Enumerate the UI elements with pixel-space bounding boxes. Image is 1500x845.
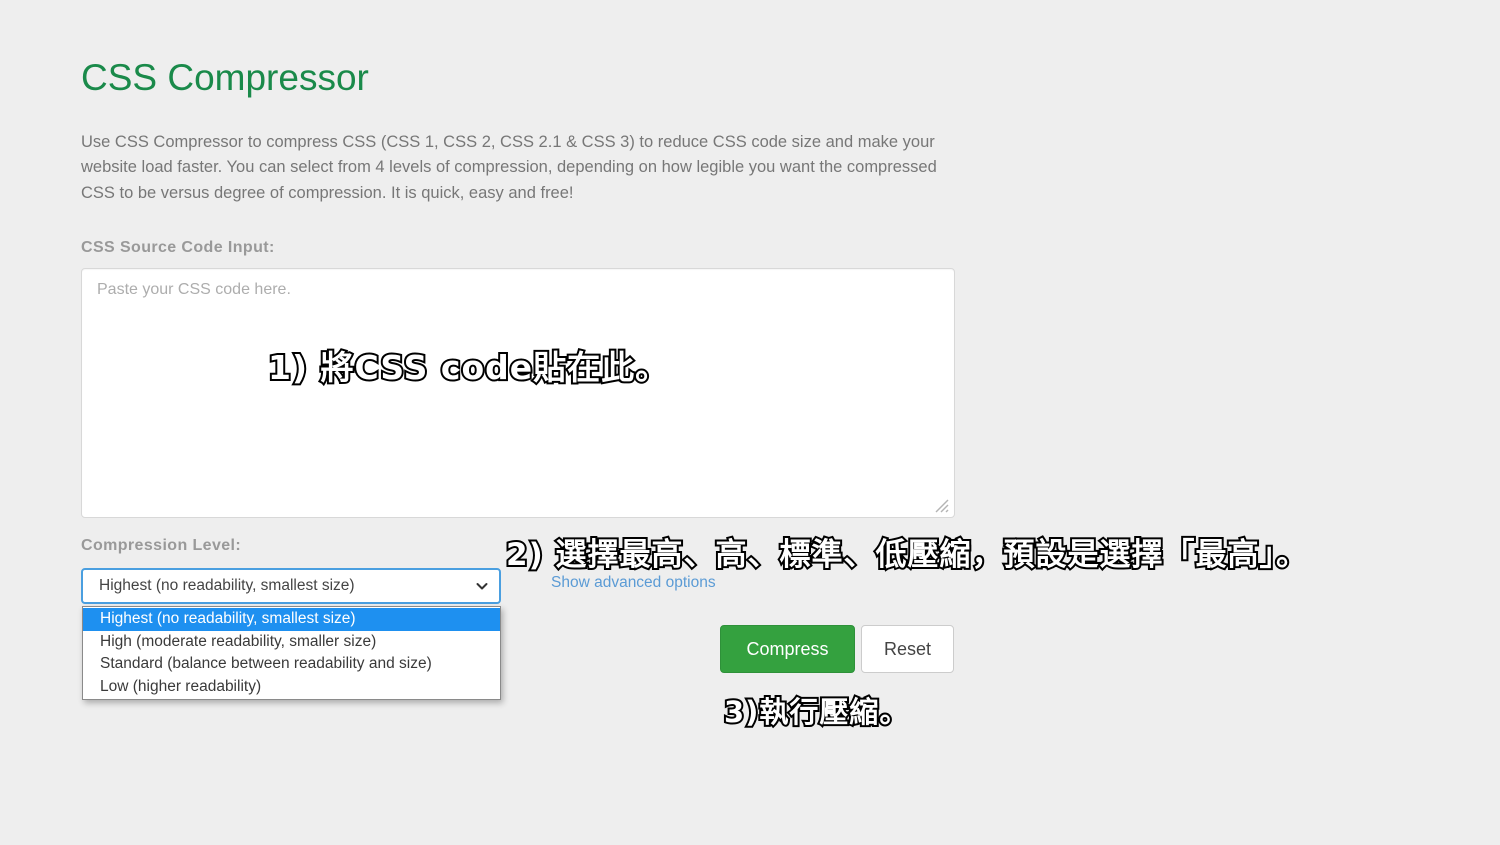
compress-button[interactable]: Compress	[720, 625, 855, 673]
dropdown-option-highest[interactable]: Highest (no readability, smallest size)	[83, 608, 500, 631]
chevron-down-icon	[475, 579, 489, 593]
page-root: CSS Compressor Use CSS Compressor to com…	[0, 0, 1500, 845]
css-source-input[interactable]	[81, 268, 955, 518]
compression-level-select[interactable]: Highest (no readability, smallest size)	[81, 568, 501, 604]
compression-level-selected-value: Highest (no readability, smallest size)	[99, 577, 355, 594]
compression-level-label: Compression Level:	[81, 537, 242, 554]
compression-level-dropdown[interactable]: Highest (no readability, smallest size) …	[82, 606, 501, 700]
show-advanced-options-link[interactable]: Show advanced options	[551, 574, 716, 592]
annotation-step-1: 1) 將CSS code貼在此。	[266, 346, 670, 389]
page-title: CSS Compressor	[81, 57, 369, 98]
dropdown-option-standard[interactable]: Standard (balance between readability an…	[83, 653, 500, 676]
page-intro-text: Use CSS Compressor to compress CSS (CSS …	[81, 132, 937, 202]
annotation-step-2: 2) 選擇最高、高、標準、低壓縮，預設是選擇「最高」。	[504, 535, 1309, 575]
dropdown-option-high[interactable]: High (moderate readability, smaller size…	[83, 631, 500, 654]
reset-button[interactable]: Reset	[861, 625, 954, 673]
source-code-label: CSS Source Code Input:	[81, 239, 275, 256]
dropdown-option-low[interactable]: Low (higher readability)	[83, 676, 500, 699]
annotation-step-3: 3)執行壓縮。	[722, 693, 910, 731]
